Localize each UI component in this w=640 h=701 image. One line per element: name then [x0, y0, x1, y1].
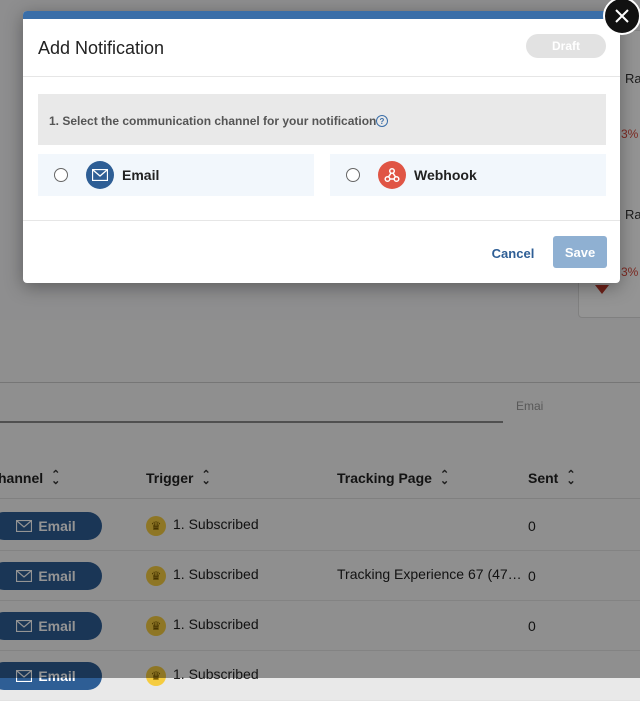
cancel-button[interactable]: Cancel [485, 238, 541, 268]
webhook-icon [378, 161, 406, 189]
status-badge: Draft [526, 34, 606, 58]
modal-accent-bar [23, 11, 620, 19]
close-icon [615, 9, 629, 23]
channel-option-webhook[interactable]: Webhook [330, 154, 606, 196]
email-option-label: Email [122, 167, 160, 183]
modal-title: Add Notification [38, 38, 165, 58]
close-modal-button[interactable] [603, 0, 640, 35]
webhook-option-label: Webhook [414, 167, 477, 183]
save-button[interactable]: Save [553, 236, 607, 268]
webhook-radio[interactable] [346, 168, 360, 182]
email-radio[interactable] [54, 168, 68, 182]
envelope-icon [86, 161, 114, 189]
help-circle-icon[interactable]: ? [376, 115, 388, 127]
step-instruction: 1. Select the communication channel for … [49, 114, 377, 128]
channel-option-email[interactable]: Email [38, 154, 314, 196]
divider [23, 220, 620, 221]
divider [23, 76, 620, 77]
add-notification-modal: Add Notification Draft 1. Select the com… [23, 11, 620, 283]
step-section-header: 1. Select the communication channel for … [38, 94, 606, 145]
